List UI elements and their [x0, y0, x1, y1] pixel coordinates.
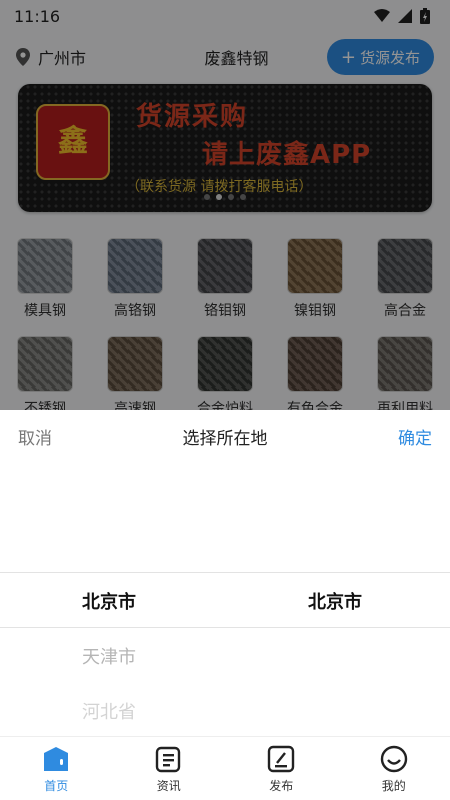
tab-profile[interactable]: 我的: [338, 737, 450, 800]
profile-icon: [380, 745, 407, 773]
location-picker-sheet: 取消 选择所在地 确定 北京市 北京市 天津市 河北省: [0, 410, 450, 736]
province-option[interactable]: 河北省: [82, 698, 136, 724]
tab-label: 发布: [269, 779, 294, 793]
tab-home[interactable]: 首页: [0, 737, 113, 800]
publish-icon: [268, 745, 295, 773]
tab-news[interactable]: 资讯: [113, 737, 226, 800]
picker-confirm-button[interactable]: 确定: [398, 424, 432, 449]
tab-publish[interactable]: 发布: [225, 737, 338, 800]
tab-label: 资讯: [156, 779, 181, 793]
picker-divider: [0, 572, 450, 573]
bottom-tab-bar: 首页 资讯 发布 我的: [0, 736, 450, 800]
tab-label: 首页: [44, 779, 69, 793]
picker-header: 取消 选择所在地 确定: [0, 410, 450, 462]
province-option[interactable]: 天津市: [82, 643, 136, 669]
picker-divider: [0, 627, 450, 628]
tab-label: 我的: [381, 779, 406, 793]
province-option-selected[interactable]: 北京市: [82, 588, 136, 614]
picker-cancel-button[interactable]: 取消: [18, 424, 52, 449]
news-icon: [155, 746, 180, 773]
home-icon: [44, 747, 69, 771]
city-option-selected[interactable]: 北京市: [308, 588, 362, 614]
picker-title: 选择所在地: [182, 428, 268, 449]
